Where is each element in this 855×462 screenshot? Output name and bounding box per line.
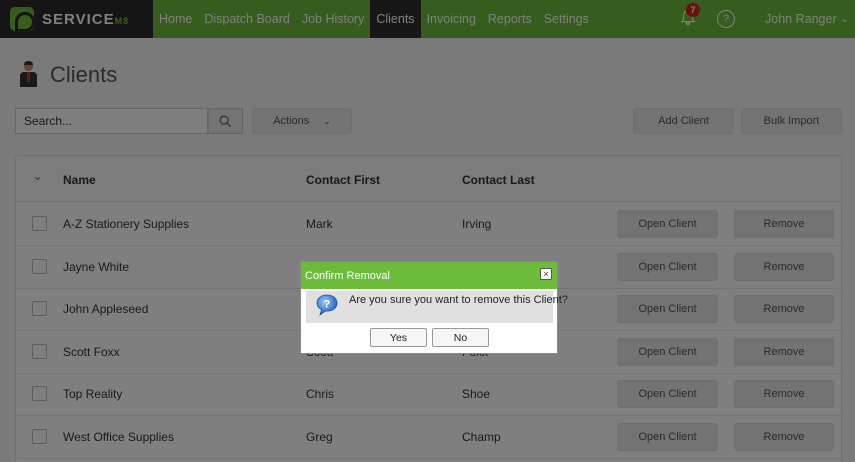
close-icon[interactable]: × <box>540 268 552 280</box>
dialog-title-bar: Confirm Removal × <box>301 262 557 289</box>
dialog-title: Confirm Removal <box>305 269 390 282</box>
dialog-body: ? Are you sure you want to remove this C… <box>306 291 568 323</box>
svg-text:?: ? <box>324 299 331 311</box>
yes-button[interactable]: Yes <box>370 328 427 347</box>
modal-overlay[interactable] <box>0 0 855 462</box>
dialog-message: Are you sure you want to remove this Cli… <box>349 294 568 306</box>
question-icon: ? <box>316 294 338 317</box>
no-button[interactable]: No <box>432 328 489 347</box>
confirm-removal-dialog: Confirm Removal × ? Are you sure you wan… <box>300 261 568 354</box>
